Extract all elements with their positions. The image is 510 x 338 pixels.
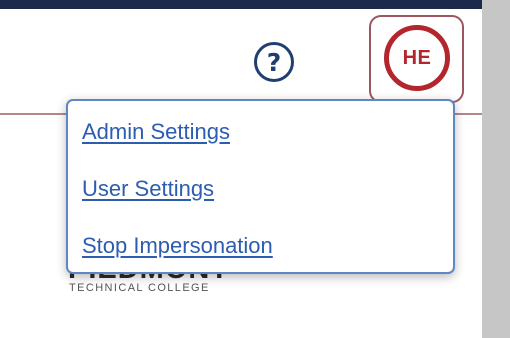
page: ? HE PIEDMONT TECHNICAL COLLEGE Admin Se… bbox=[0, 0, 510, 338]
user-dropdown-menu: Admin Settings User Settings Stop Impers… bbox=[66, 99, 455, 274]
question-circle-icon: ? bbox=[266, 47, 282, 77]
help-button[interactable]: ? bbox=[254, 42, 294, 82]
logo-subtitle: TECHNICAL COLLEGE bbox=[69, 282, 210, 294]
avatar: HE bbox=[384, 25, 450, 91]
menu-item-stop-impersonation[interactable]: Stop Impersonation bbox=[82, 235, 273, 257]
menu-item-user-settings[interactable]: User Settings bbox=[82, 178, 214, 200]
scrollbar[interactable] bbox=[482, 0, 510, 338]
menu-item-admin-settings[interactable]: Admin Settings bbox=[82, 121, 230, 143]
user-avatar-button[interactable]: HE bbox=[369, 15, 464, 103]
avatar-initials: HE bbox=[402, 46, 432, 69]
top-nav-bar bbox=[0, 0, 482, 9]
